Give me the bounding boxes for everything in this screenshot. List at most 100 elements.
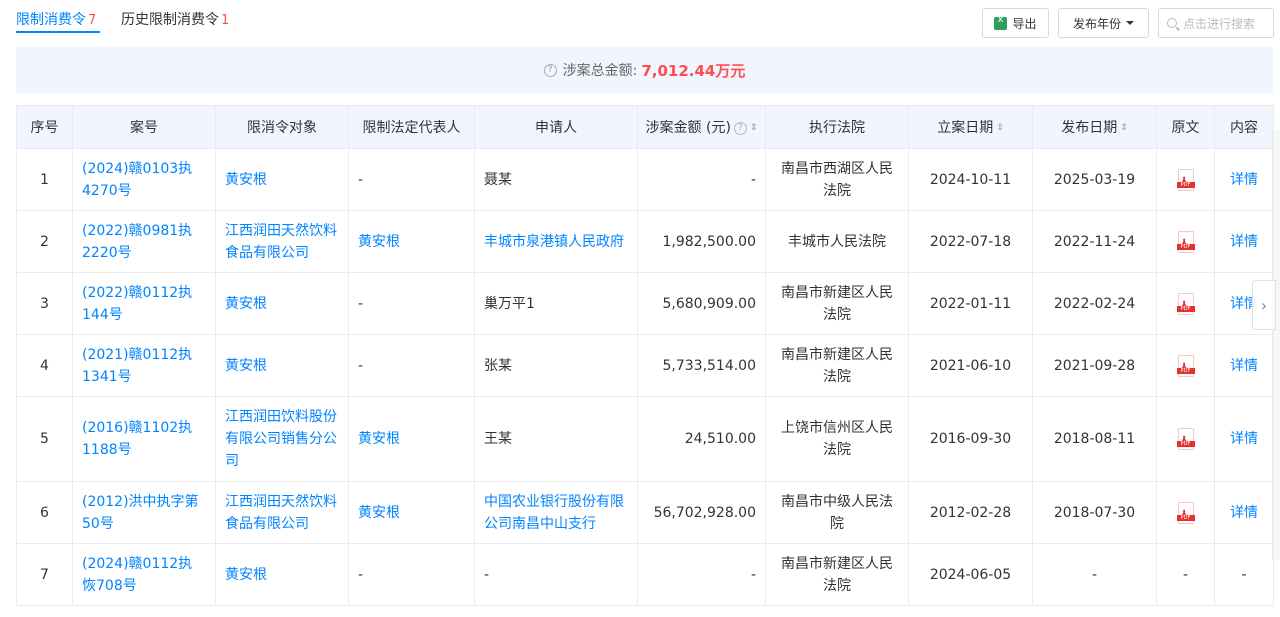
pdf-icon[interactable]: ⅄PDF: [1176, 428, 1195, 450]
target-link[interactable]: 黄安根: [225, 296, 267, 312]
detail-link[interactable]: 详情: [1230, 172, 1258, 188]
table-row: 6 (2012)洪中执字第50号 江西润田天然饮料食品有限公司 黄安根 中国农业银行股份…: [16, 481, 1274, 544]
original-doc-cell: -: [1156, 543, 1215, 606]
search-input[interactable]: 点击进行搜索: [1158, 8, 1274, 38]
active-tab-indicator: [16, 31, 100, 33]
detail-link: -: [1241, 566, 1247, 583]
target-link[interactable]: 江西润田天然饮料食品有限公司: [225, 494, 337, 532]
header-cell: 序号: [16, 105, 73, 149]
table-header-row: 序号 案号 限消令对象 限制法定代表人 申请人 涉案金额 (元)? ⇕ 执行法院 …: [16, 105, 1274, 149]
header-cell-publish-date[interactable]: 发布日期 ⇕: [1032, 105, 1157, 149]
row-number: 6: [16, 481, 73, 544]
header-cell: 执行法院: [765, 105, 909, 149]
target-link[interactable]: 黄安根: [225, 567, 267, 583]
amount-cell: 5,680,909.00: [637, 272, 766, 335]
amount-cell: -: [637, 543, 766, 606]
tab-history-restriction-orders[interactable]: 历史限制消费令 1: [121, 9, 229, 29]
case-number-link[interactable]: (2021)赣0112执1341号: [82, 347, 192, 385]
legal-rep: -: [358, 566, 364, 583]
applicant: 王某: [484, 431, 512, 447]
target-link[interactable]: 黄安根: [225, 358, 267, 374]
tab-label: 限制消费令: [16, 12, 86, 28]
restriction-table: 序号 案号 限消令对象 限制法定代表人 申请人 涉案金额 (元)? ⇕ 执行法院 …: [16, 105, 1274, 606]
table-row: 3 (2022)赣0112执144号 黄安根 - 巢万平1 5,680,909.00 南昌市…: [16, 272, 1274, 335]
original-doc-cell: ⅄PDF: [1156, 148, 1215, 211]
case-number-link[interactable]: (2016)赣1102执1188号: [82, 420, 192, 458]
publish-year-dropdown[interactable]: 发布年份: [1058, 8, 1149, 38]
pdf-icon[interactable]: ⅄PDF: [1176, 354, 1195, 377]
amount-cell: 56,702,928.00: [637, 481, 766, 544]
header-cell: 案号: [72, 105, 216, 149]
tab-count: 7: [88, 13, 97, 28]
filed-date-cell: 2012-02-28: [908, 481, 1033, 544]
header-cell-amount[interactable]: 涉案金额 (元)? ⇕: [637, 105, 766, 149]
detail-link[interactable]: 详情: [1230, 431, 1258, 447]
legal-rep: -: [358, 295, 364, 312]
header-cell: 内容: [1214, 105, 1274, 149]
court-cell: 南昌市新建区人民法院: [765, 543, 909, 606]
search-icon: [1167, 18, 1177, 28]
header-cell: 申请人: [474, 105, 638, 149]
applicant[interactable]: 中国农业银行股份有限公司南昌中山支行: [484, 494, 624, 532]
row-number: 5: [16, 396, 73, 482]
header-cell-filed-date[interactable]: 立案日期 ⇕: [908, 105, 1033, 149]
court-cell: 南昌市新建区人民法院: [765, 334, 909, 397]
court-cell: 丰城市人民法院: [765, 210, 909, 273]
legal-rep[interactable]: 黄安根: [358, 431, 400, 447]
filed-date-cell: 2024-10-11: [908, 148, 1033, 211]
applicant[interactable]: 丰城市泉港镇人民政府: [484, 234, 624, 250]
case-number-link[interactable]: (2024)赣0103执4270号: [82, 161, 192, 199]
detail-link[interactable]: 详情: [1230, 505, 1258, 521]
export-button[interactable]: 导出: [982, 8, 1049, 38]
row-number: 3: [16, 272, 73, 335]
header-cell: 限消令对象: [215, 105, 349, 149]
summary-label: 涉案总金额:: [562, 63, 638, 79]
publish-date-cell: 2018-07-30: [1032, 481, 1157, 544]
search-placeholder: 点击进行搜索: [1183, 16, 1256, 31]
original-doc-cell: ⅄PDF: [1156, 396, 1215, 482]
applicant: -: [484, 566, 490, 583]
detail-link[interactable]: 详情: [1230, 358, 1258, 374]
side-panel-edge: [1272, 130, 1280, 560]
target-link[interactable]: 江西润田饮料股份有限公司销售分公司: [225, 409, 337, 469]
publish-date-cell: 2022-11-24: [1032, 210, 1157, 273]
pdf-icon[interactable]: ⅄PDF: [1176, 230, 1195, 253]
pdf-placeholder: -: [1182, 566, 1189, 583]
tab-count: 1: [221, 13, 230, 28]
filed-date-cell: 2016-09-30: [908, 396, 1033, 482]
legal-rep[interactable]: 黄安根: [358, 505, 400, 521]
case-number-link[interactable]: (2022)赣0112执144号: [82, 285, 192, 323]
amount-cell: 24,510.00: [637, 396, 766, 482]
export-label: 导出: [1012, 16, 1037, 31]
sort-icon[interactable]: ⇕: [1120, 123, 1128, 133]
court-cell: 上饶市信州区人民法院: [765, 396, 909, 482]
case-number-link[interactable]: (2012)洪中执字第50号: [82, 494, 199, 532]
detail-link[interactable]: 详情: [1230, 234, 1258, 250]
top-bar: 限制消费令7 历史限制消费令1 导出 发布年份 点击进行搜索: [0, 0, 1280, 46]
target-link[interactable]: 江西润田天然饮料食品有限公司: [225, 223, 337, 261]
filed-date-cell: 2021-06-10: [908, 334, 1033, 397]
excel-icon: [994, 14, 1008, 30]
sort-icon[interactable]: ⇕: [750, 123, 758, 133]
legal-rep[interactable]: 黄安根: [358, 234, 400, 250]
original-doc-cell: ⅄PDF: [1156, 272, 1215, 335]
help-icon[interactable]: ?: [733, 121, 747, 135]
pdf-icon[interactable]: ⅄PDF: [1176, 292, 1195, 315]
table-row: 4 (2021)赣0112执1341号 黄安根 - 张某 5,733,514.00 南昌市新…: [16, 334, 1274, 397]
original-doc-cell: ⅄PDF: [1156, 210, 1215, 273]
case-number-link[interactable]: (2022)赣0981执2220号: [82, 223, 192, 261]
case-number-link[interactable]: (2024)赣0112执恢708号: [82, 556, 192, 594]
total-amount-summary: ? 涉案总金额: 7,012.44万元: [16, 47, 1273, 93]
sort-icon[interactable]: ⇕: [996, 123, 1004, 133]
pdf-icon[interactable]: ⅄PDF: [1176, 168, 1195, 191]
filed-date-cell: 2024-06-05: [908, 543, 1033, 606]
publish-year-label: 发布年份: [1072, 16, 1121, 31]
table-row: 1 (2024)赣0103执4270号 黄安根 - 聂某 - 南昌市西湖区人民法院 2024-…: [16, 148, 1274, 211]
legal-rep: -: [358, 357, 364, 374]
tab-restriction-orders[interactable]: 限制消费令 7: [16, 9, 96, 29]
legal-rep: -: [358, 171, 364, 188]
help-icon[interactable]: ?: [543, 63, 557, 77]
pdf-icon[interactable]: ⅄PDF: [1176, 501, 1195, 524]
chevron-right-icon[interactable]: ›: [1252, 280, 1276, 330]
target-link[interactable]: 黄安根: [225, 172, 267, 188]
